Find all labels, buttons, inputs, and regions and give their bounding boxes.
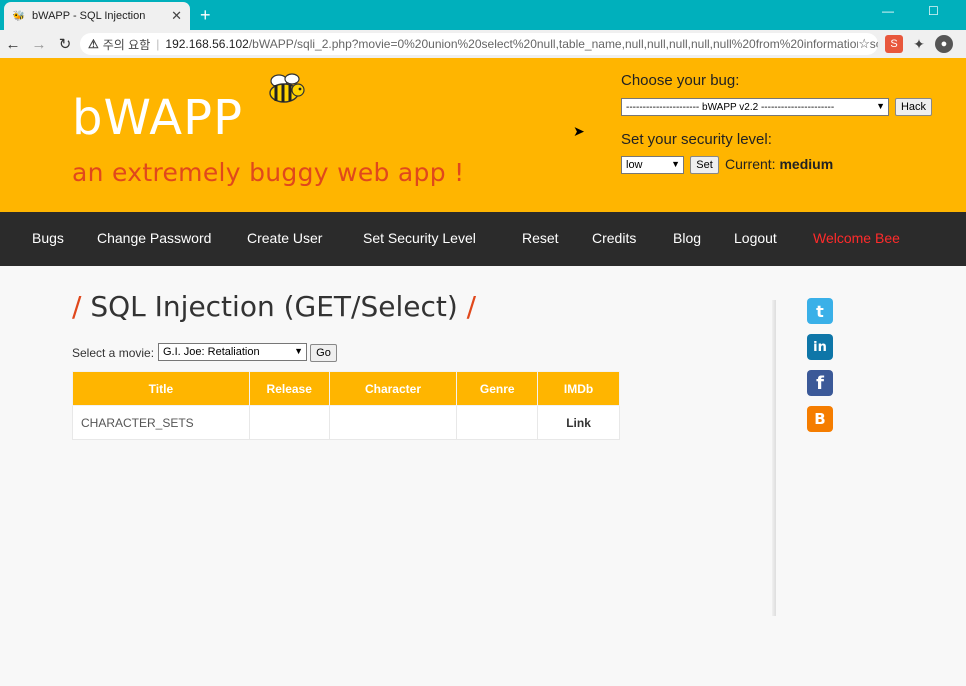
url-path: /bWAPP/sqli_2.php?movie=0%20union%20sele… bbox=[248, 37, 878, 51]
tab-close-icon[interactable]: ✕ bbox=[171, 8, 182, 24]
bee-favicon-icon: 🐝 bbox=[12, 10, 26, 22]
chevron-down-icon: ▼ bbox=[294, 346, 303, 356]
cell-character bbox=[328, 405, 458, 440]
hack-button[interactable]: Hack bbox=[895, 98, 932, 116]
column-header-imdb: IMDb bbox=[537, 371, 620, 406]
column-header-character: Character bbox=[328, 371, 458, 406]
movie-select-label: Select a movie: bbox=[72, 346, 155, 360]
security-warning: 주의 요함 bbox=[102, 37, 151, 52]
extension-icon[interactable]: S bbox=[885, 35, 903, 53]
mouse-cursor-icon: ➤ bbox=[573, 123, 585, 139]
cell-title: CHARACTER_SETS bbox=[72, 405, 250, 440]
title-slash-left: / bbox=[72, 290, 82, 323]
page-title-text: SQL Injection (GET/Select) bbox=[90, 290, 458, 323]
menu-item-bugs[interactable]: Bugs bbox=[32, 230, 64, 246]
cell-genre bbox=[456, 405, 539, 440]
reload-icon[interactable]: ↻ bbox=[52, 35, 78, 53]
chevron-down-icon: ▼ bbox=[671, 159, 680, 169]
chevron-down-icon: ▼ bbox=[876, 101, 885, 111]
menu-item-logout[interactable]: Logout bbox=[734, 230, 777, 246]
profile-avatar-icon[interactable]: ● bbox=[935, 35, 953, 53]
menu-item-credits[interactable]: Credits bbox=[592, 230, 636, 246]
new-tab-button[interactable]: + bbox=[200, 5, 211, 25]
movie-select[interactable]: G.I. Joe: Retaliation ▼ bbox=[158, 343, 307, 361]
site-logo[interactable]: bWAPP bbox=[72, 90, 243, 146]
security-level-value: low bbox=[626, 159, 643, 171]
minimize-icon[interactable]: — bbox=[882, 4, 894, 18]
title-slash-right: / bbox=[466, 290, 477, 323]
menu-item-set-security-level[interactable]: Set Security Level bbox=[363, 230, 476, 246]
twitter-icon[interactable]: t bbox=[807, 298, 833, 324]
sidebar-divider bbox=[772, 300, 776, 616]
maximize-icon[interactable]: ☐ bbox=[928, 4, 939, 18]
puzzle-extensions-icon[interactable]: ✦ bbox=[910, 35, 928, 53]
go-button[interactable]: Go bbox=[310, 344, 337, 362]
forward-icon[interactable]: → bbox=[26, 36, 52, 53]
welcome-user: Welcome Bee bbox=[813, 230, 900, 246]
browser-toolbar: ← → ↻ ⚠ 주의 요함 | 192.168.56.102/bWAPP/sql… bbox=[0, 30, 966, 58]
column-header-genre: Genre bbox=[456, 371, 539, 406]
security-level-select[interactable]: low ▼ bbox=[621, 156, 684, 174]
facebook-icon[interactable]: f bbox=[807, 370, 833, 396]
movie-select-value: G.I. Joe: Retaliation bbox=[163, 346, 260, 358]
table-row: CHARACTER_SETS Link bbox=[72, 405, 620, 440]
current-security-label: Current: bbox=[725, 156, 776, 172]
warning-icon: ⚠ bbox=[88, 37, 99, 51]
omnibox-divider: | bbox=[156, 37, 160, 51]
column-header-title: Title bbox=[72, 371, 250, 406]
security-level-label: Set your security level: bbox=[621, 131, 772, 148]
table-header-row: Title Release Character Genre IMDb bbox=[72, 371, 620, 406]
menu-item-create-user[interactable]: Create User bbox=[247, 230, 322, 246]
menu-item-reset[interactable]: Reset bbox=[522, 230, 559, 246]
current-security: Current: medium bbox=[725, 156, 833, 172]
bug-select[interactable]: ---------------------- bWAPP v2.2 ------… bbox=[621, 98, 889, 116]
back-icon[interactable]: ← bbox=[0, 36, 26, 53]
blogger-icon[interactable]: B bbox=[807, 406, 833, 432]
tab-title: bWAPP - SQL Injection bbox=[32, 10, 146, 22]
column-header-release: Release bbox=[248, 371, 330, 406]
browser-tab-bar: 🐝 bWAPP - SQL Injection ✕ + — ☐ bbox=[0, 0, 966, 30]
linkedin-icon[interactable]: in bbox=[807, 334, 833, 360]
page-title: / SQL Injection (GET/Select) / bbox=[72, 290, 476, 323]
menu-item-blog[interactable]: Blog bbox=[673, 230, 701, 246]
browser-tab[interactable]: 🐝 bWAPP - SQL Injection ✕ bbox=[4, 2, 190, 30]
cell-release bbox=[248, 405, 330, 440]
current-security-value: medium bbox=[779, 156, 834, 172]
bee-logo-icon bbox=[269, 73, 305, 103]
site-tagline: an extremely buggy web app ! bbox=[72, 158, 465, 187]
url-host: 192.168.56.102 bbox=[165, 37, 249, 51]
movies-table: Title Release Character Genre IMDb CHARA… bbox=[72, 371, 620, 440]
site-header: bWAPP an extremely buggy web app ! Choos… bbox=[0, 58, 966, 212]
bug-select-value: ---------------------- bWAPP v2.2 ------… bbox=[626, 101, 835, 113]
address-bar[interactable]: ⚠ 주의 요함 | 192.168.56.102/bWAPP/sqli_2.ph… bbox=[80, 33, 878, 55]
bookmark-star-icon[interactable]: ☆ bbox=[858, 36, 870, 52]
set-security-button[interactable]: Set bbox=[690, 156, 719, 174]
menu-item-change-password[interactable]: Change Password bbox=[97, 230, 211, 246]
imdb-link[interactable]: Link bbox=[537, 405, 620, 440]
main-menu: Bugs Change Password Create User Set Sec… bbox=[0, 212, 966, 266]
choose-bug-label: Choose your bug: bbox=[621, 72, 740, 89]
